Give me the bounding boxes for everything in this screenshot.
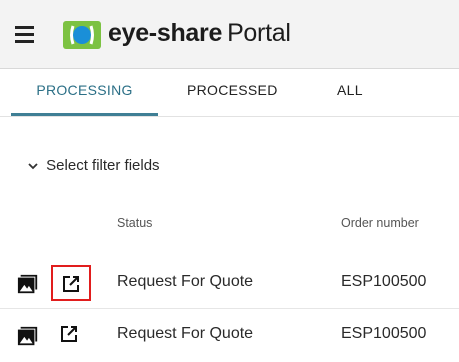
tab-all[interactable]: ALL <box>337 70 363 116</box>
filter-toggle-label: Select filter fields <box>46 157 160 174</box>
column-header-status[interactable]: Status <box>117 216 152 230</box>
tab-bar: PROCESSING PROCESSED ALL <box>0 70 459 117</box>
menu-icon-bar <box>15 33 34 36</box>
eye-share-logo-icon <box>63 21 101 49</box>
brand-name: eye-share <box>108 19 223 47</box>
row-order-number: ESP100500 <box>341 325 427 342</box>
filter-toggle[interactable]: Select filter fields <box>27 157 160 174</box>
app-header: eye-share Portal <box>0 0 459 69</box>
menu-icon-bar <box>15 26 34 29</box>
column-header-order-number[interactable]: Order number <box>341 216 419 230</box>
table-row[interactable]: Request For Quote ESP100500 <box>0 257 459 309</box>
menu-button[interactable] <box>13 23 44 47</box>
tab-processing[interactable]: PROCESSING <box>11 70 158 116</box>
open-document-button[interactable] <box>51 265 91 301</box>
open-in-new-icon <box>63 276 79 292</box>
row-order-number: ESP100500 <box>341 273 427 290</box>
tab-processed[interactable]: PROCESSED <box>187 70 278 116</box>
chevron-down-icon <box>28 163 38 170</box>
menu-icon-bar <box>15 40 34 43</box>
table-row[interactable]: Request For Quote ESP100500 <box>0 309 459 361</box>
open-document-button[interactable] <box>51 317 91 353</box>
app-title: eye-share Portal <box>108 19 291 48</box>
image-icon[interactable] <box>17 273 39 295</box>
image-icon[interactable] <box>17 325 39 347</box>
row-status: Request For Quote <box>117 273 254 290</box>
row-status: Request For Quote <box>117 325 254 342</box>
open-in-new-icon <box>61 326 77 342</box>
portal-label: Portal <box>227 19 291 47</box>
